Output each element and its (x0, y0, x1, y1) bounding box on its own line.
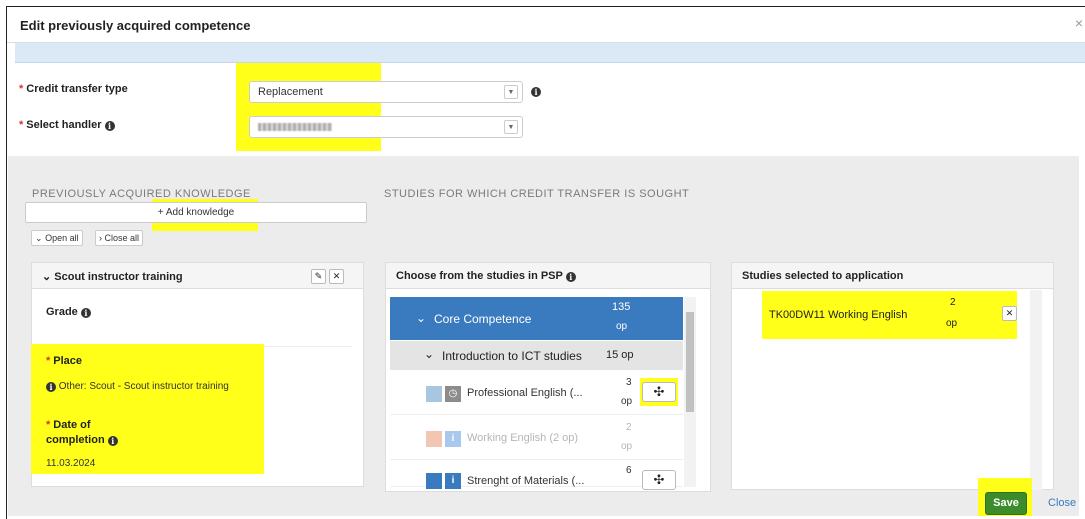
info-icon[interactable]: i (80, 308, 91, 318)
intro-ict-credits: 15 op (606, 349, 634, 361)
info-icon: i (445, 431, 461, 447)
redacted-handler-name (258, 123, 332, 132)
course-label: Strenght of Materials (... (467, 475, 585, 487)
close-link[interactable]: Close (1048, 497, 1076, 509)
add-course-button[interactable]: ✣ (642, 382, 676, 402)
psp-panel-header: Choose from the studies in PSP i (386, 263, 710, 289)
core-competence-row[interactable]: ⌄ Core Competence 135 op (390, 297, 683, 340)
course-label: Working English (2 op) (467, 432, 579, 444)
move-icon: ✣ (653, 472, 665, 487)
knowledge-item-title: Scout instructor training (54, 271, 183, 283)
psp-scrollbar-thumb[interactable] (686, 312, 694, 412)
open-all-button[interactable]: ⌄ Open all (31, 230, 83, 246)
course-label: Professional English (... (467, 387, 583, 399)
selected-study-label: TK00DW11 Working English (769, 309, 908, 321)
remove-icon[interactable]: ✕ (1002, 306, 1017, 321)
course-row: i Working English (2 op) 2 op (390, 416, 683, 460)
info-banner (15, 43, 1085, 63)
handler-select[interactable]: ▼ (249, 116, 523, 138)
info-icon[interactable]: i (565, 272, 576, 282)
chevron-down-icon: ▼ (504, 85, 518, 99)
date-value: 11.03.2024 (46, 458, 96, 469)
course-unit: op (621, 441, 633, 452)
selected-study-credits: 2 (950, 297, 956, 308)
info-icon[interactable]: i (531, 87, 541, 97)
info-icon: i (445, 473, 461, 489)
course-unit: op (621, 396, 633, 407)
core-unit: op (616, 321, 628, 332)
course-color-swatch (426, 431, 442, 447)
info-icon[interactable]: i (46, 382, 56, 392)
edit-icon[interactable]: ✎ (311, 269, 326, 284)
course-credits: 6 (626, 465, 632, 476)
course-color-swatch (426, 473, 442, 489)
course-row[interactable]: i Strenght of Materials (... 6 (390, 461, 683, 489)
place-value: i Other: Scout - Scout instructor traini… (46, 381, 229, 392)
grade-label: Grade i (46, 306, 91, 318)
modal-title-bar: Edit previously acquired competence × (7, 7, 1085, 43)
chevron-down-icon: ⌄ (35, 233, 43, 243)
credit-type-label: * Credit transfer type (19, 83, 128, 95)
close-all-button[interactable]: › Close all (95, 230, 144, 246)
credit-type-select[interactable]: Replacement ▼ (249, 81, 523, 103)
chevron-down-icon: ⌄ (42, 271, 52, 283)
intro-ict-row[interactable]: ⌄ Introduction to ICT studies 15 op (390, 341, 683, 370)
course-credits: 2 (626, 422, 632, 433)
course-credits: 3 (626, 377, 632, 388)
info-icon[interactable]: i (104, 121, 115, 131)
core-credits: 135 (612, 301, 631, 313)
selected-panel-header: Studies selected to application (732, 263, 1053, 289)
info-icon[interactable]: i (107, 436, 118, 446)
add-course-button[interactable]: ✣ (642, 470, 676, 490)
chevron-down-icon: ⌄ (416, 311, 427, 325)
date-label: * Date of completion i (46, 418, 118, 448)
remove-icon[interactable]: ✕ (329, 269, 344, 284)
modal-title: Edit previously acquired competence (20, 18, 251, 33)
move-icon: ✣ (653, 384, 665, 399)
place-label: * Place (46, 355, 83, 367)
handler-label: * Select handler i (19, 119, 115, 131)
intro-ict-label: Introduction to ICT studies (442, 349, 582, 363)
clock-icon: ◷ (445, 386, 461, 402)
save-button[interactable]: Save (985, 492, 1027, 515)
chevron-right-icon: › (99, 233, 102, 243)
chevron-down-icon: ⌄ (424, 347, 435, 361)
credit-type-value: Replacement (258, 86, 323, 98)
course-color-swatch (426, 386, 442, 402)
selected-scrollbar[interactable] (1030, 290, 1042, 490)
core-competence-label: Core Competence (434, 312, 532, 326)
close-icon[interactable]: × (1075, 15, 1083, 31)
chevron-down-icon: ▼ (504, 120, 518, 134)
selected-study-unit: op (946, 318, 958, 329)
studies-header: STUDIES FOR WHICH CREDIT TRANSFER IS SOU… (384, 188, 690, 200)
